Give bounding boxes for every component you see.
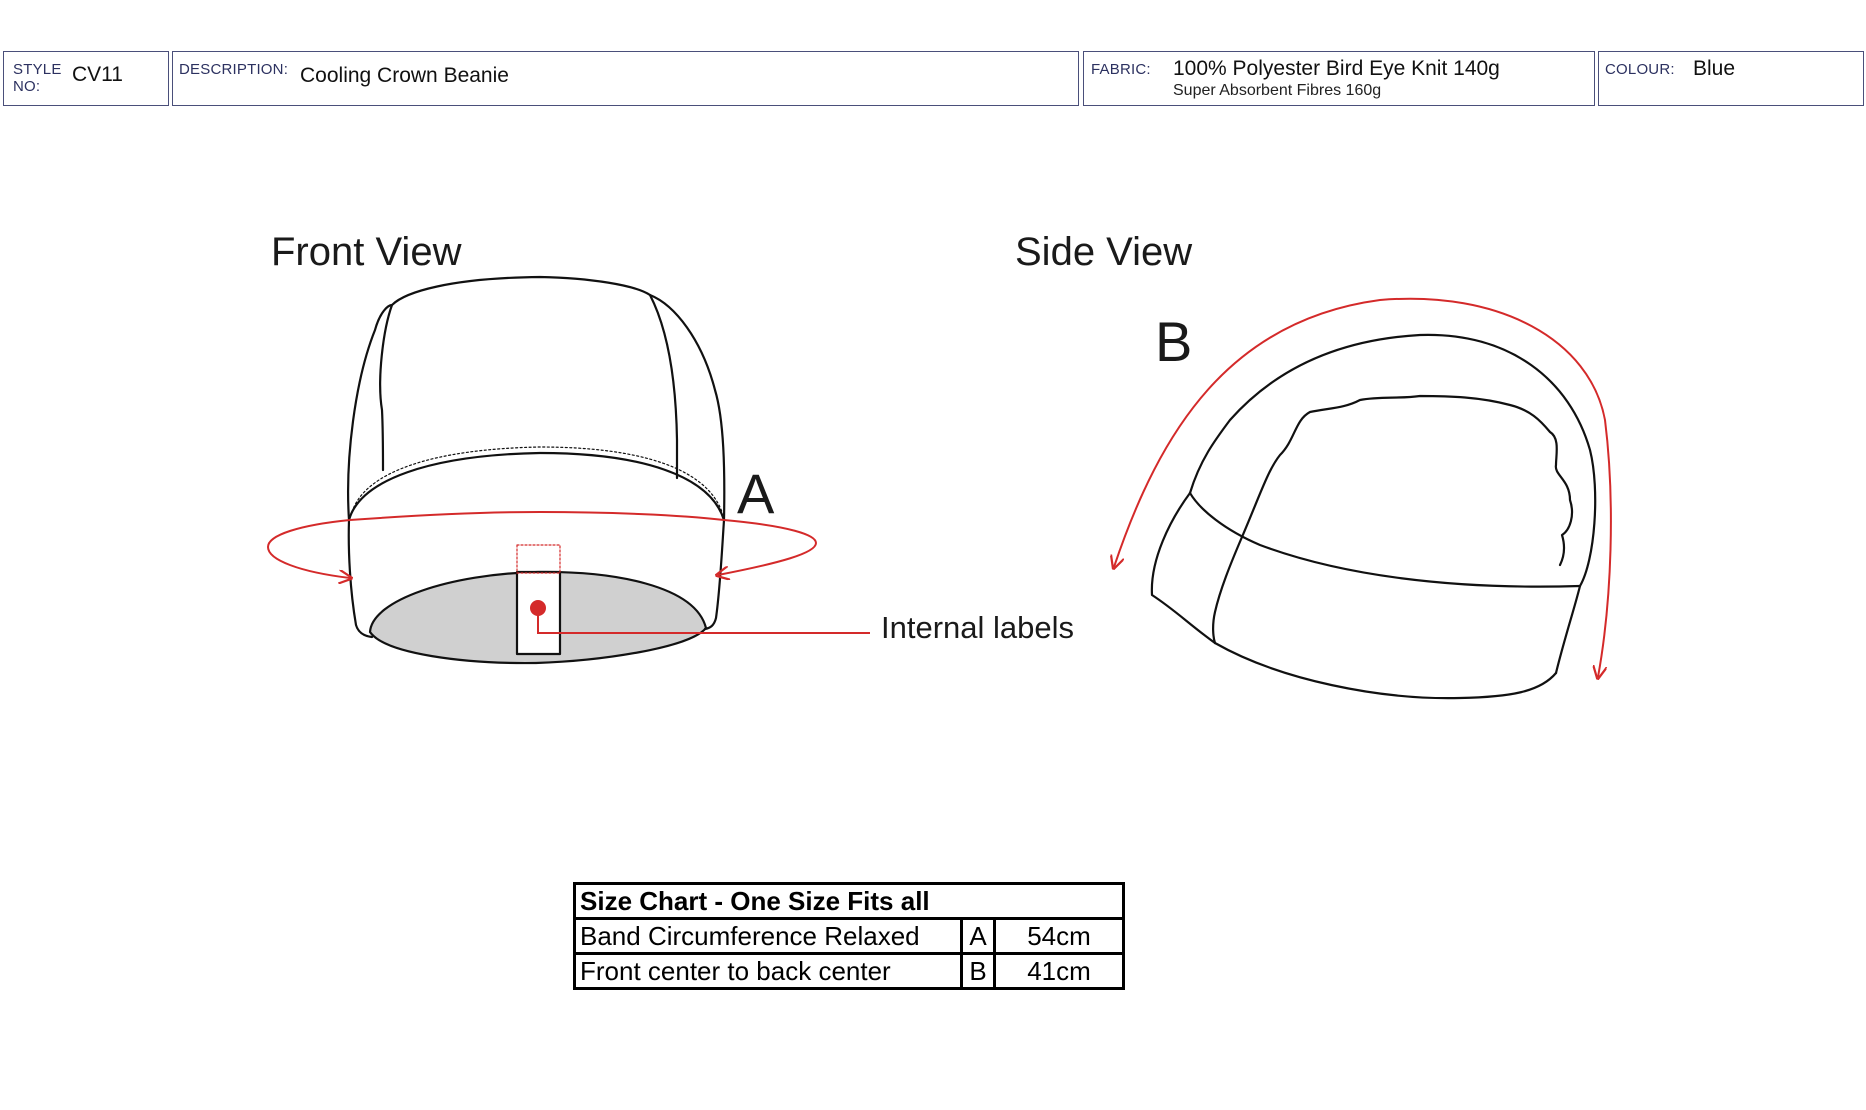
size-chart-row: Band Circumference Relaxed A 54cm: [573, 917, 1125, 955]
internal-labels-text: Internal labels: [881, 610, 1074, 645]
beanie-right-seam: [648, 293, 679, 480]
front-view-title: Front View: [271, 230, 462, 274]
size-chart-row-name: Band Circumference Relaxed: [573, 917, 963, 955]
measurement-a-left-arc: [266, 519, 350, 578]
internal-label-dotted-outline: [516, 544, 561, 574]
side-view-title: Side View: [1015, 230, 1192, 274]
side-cuff-right: [1554, 584, 1582, 675]
measurement-a-back-arc: [349, 510, 725, 521]
beanie-cuff-left-side: [347, 518, 374, 639]
measurement-a-right-arc: [718, 519, 818, 575]
beanie-cuff-stitch: [351, 446, 723, 513]
size-chart-row-key: B: [960, 952, 996, 990]
side-cuff-top: [1188, 491, 1582, 588]
size-chart-title: Size Chart - One Size Fits all: [573, 882, 1125, 920]
size-chart-row-value: 54cm: [993, 917, 1125, 955]
size-chart-row-value: 41cm: [993, 952, 1125, 990]
beanie-cuff-fold: [347, 451, 726, 522]
technical-drawing: Front View Side View A Internal labels B: [266, 230, 1612, 700]
beanie-left-seam: [379, 303, 394, 472]
side-cuff-seam: [1212, 535, 1244, 645]
side-cuff-left: [1150, 491, 1217, 645]
beanie-crown-outline: [347, 275, 726, 522]
measurement-a-letter: A: [737, 462, 775, 525]
size-chart-header-row: Size Chart - One Size Fits all: [573, 882, 1125, 920]
size-chart-row-key: A: [960, 917, 996, 955]
size-chart-table: Size Chart - One Size Fits all Band Circ…: [573, 882, 1125, 990]
side-cuff-bottom: [1213, 641, 1558, 700]
measurement-b-letter: B: [1155, 310, 1192, 373]
size-chart-row: Front center to back center B 41cm: [573, 952, 1125, 990]
side-crown-fold: [1240, 394, 1574, 567]
side-view-beanie: [1150, 333, 1597, 700]
side-crown-outline: [1188, 333, 1597, 588]
size-chart-row-name: Front center to back center: [573, 952, 963, 990]
